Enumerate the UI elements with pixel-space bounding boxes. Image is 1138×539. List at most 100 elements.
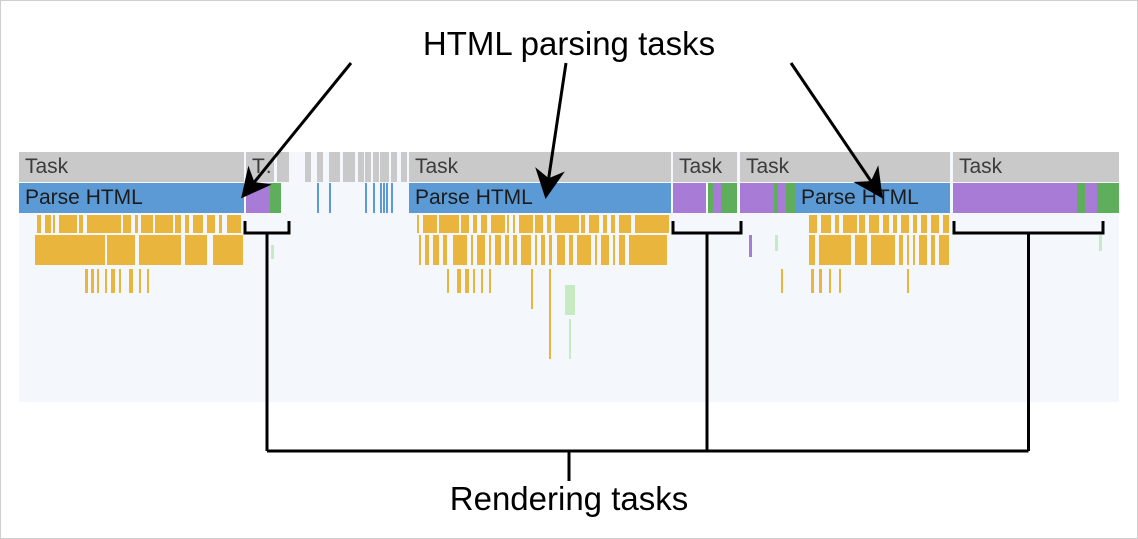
flame-bar: [473, 215, 477, 233]
render-segment: [701, 183, 706, 213]
flame-bar: [457, 269, 461, 293]
flame-bar: [569, 319, 571, 359]
flamechart-window: TaskT…TaskTaskTaskTask Parse HTMLParse H…: [19, 152, 1119, 402]
flame-bar: [555, 215, 579, 233]
parse-sliver: [383, 183, 385, 213]
flame-bar: [603, 215, 607, 233]
task-sliver: [349, 152, 355, 182]
flame-bar: [87, 215, 121, 233]
flame-bar: [433, 235, 439, 265]
flame-bar: [119, 269, 121, 293]
flame-bar: [447, 269, 449, 293]
flame-bar: [45, 215, 51, 233]
flame-bar: [913, 235, 915, 265]
flame-bar: [931, 235, 935, 265]
flame-bar: [175, 215, 181, 233]
flame-bar: [829, 269, 831, 293]
flame-bar: [107, 235, 135, 265]
flame-bar: [531, 269, 533, 309]
render-segment: [273, 183, 281, 213]
flame-bar: [939, 235, 949, 265]
task-block: Task: [673, 152, 737, 182]
flame-bar: [619, 235, 625, 265]
flame-bar: [443, 235, 447, 265]
render-segment: [255, 183, 270, 213]
flame-bar: [465, 269, 469, 293]
render-segment: [1085, 183, 1097, 213]
parse-sliver: [391, 183, 393, 213]
render-segment: [1077, 183, 1085, 213]
parse-html-block: Parse HTML: [19, 183, 244, 213]
task-block: Task: [740, 152, 950, 182]
flame-bar: [495, 235, 501, 265]
flame-bar: [417, 215, 419, 233]
task-block: Task: [19, 152, 244, 182]
parse-row: Parse HTML Parse HTML Parse HTML: [19, 183, 1119, 213]
flame-bar: [505, 235, 509, 265]
parse-sliver: [380, 183, 382, 213]
task-header-row: TaskT…TaskTaskTaskTask: [19, 152, 1119, 182]
flame-bar: [943, 215, 949, 233]
flame-bar: [419, 235, 421, 265]
flame-bar: [491, 215, 505, 233]
top-label: HTML parsing tasks: [1, 25, 1137, 63]
task-sliver: [317, 152, 323, 182]
flame-bar: [547, 215, 551, 233]
flame-bar: [53, 215, 55, 233]
flame-bar: [775, 235, 778, 251]
flame-bar: [871, 235, 895, 265]
flame-bar: [227, 215, 241, 233]
flame-bar: [821, 215, 831, 233]
flame-bar: [147, 269, 149, 293]
flame-bar: [477, 235, 485, 265]
flame-bar: [557, 235, 565, 265]
flame-bar: [589, 215, 599, 233]
flame-bar: [521, 235, 531, 265]
flame-bar: [139, 269, 141, 293]
flame-bar: [489, 269, 491, 293]
parse-html-block: Parse HTML: [795, 183, 950, 213]
flame-bar: [919, 235, 927, 265]
render-segment: [673, 183, 683, 213]
flame-bar: [193, 215, 203, 233]
render-segment: [683, 183, 701, 213]
flame-bar: [141, 215, 153, 233]
flame-bar: [931, 215, 939, 233]
flame-bar: [855, 235, 867, 265]
flame-bar: [549, 235, 552, 265]
render-segment: [752, 183, 774, 213]
flame-bar: [453, 235, 467, 265]
flame-bar: [213, 235, 243, 265]
flame-bar: [85, 269, 88, 293]
task-sliver: [373, 152, 379, 182]
flame-area: [19, 215, 1119, 402]
flame-bar: [37, 215, 41, 233]
task-sliver: [365, 152, 371, 182]
flame-bar: [271, 245, 274, 259]
flame-bar: [473, 269, 475, 293]
task-block: T…: [246, 152, 274, 182]
flame-bar: [883, 215, 889, 233]
flame-bar: [135, 215, 138, 233]
parse-html-block: Parse HTML: [409, 183, 671, 213]
flame-bar: [91, 269, 94, 293]
flame-bar: [781, 269, 783, 293]
task-sliver: [358, 152, 364, 182]
render-segment: [1101, 183, 1119, 213]
flame-bar: [809, 235, 815, 265]
task-sliver: [401, 152, 407, 182]
flame-bar: [843, 215, 857, 233]
flame-bar: [901, 215, 909, 233]
flame-bar: [59, 215, 77, 233]
flame-bar: [611, 215, 615, 233]
flame-bar: [219, 215, 222, 233]
task-block: Task: [409, 152, 671, 182]
render-segment: [786, 183, 795, 213]
flame-bar: [513, 235, 517, 265]
flame-bar: [461, 215, 469, 233]
flame-bar: [439, 215, 459, 233]
flame-bar: [471, 235, 473, 265]
flame-bar: [79, 215, 83, 233]
diagram-frame: HTML parsing tasks Rendering tasks TaskT…: [0, 0, 1138, 539]
render-segment: [953, 183, 1029, 213]
